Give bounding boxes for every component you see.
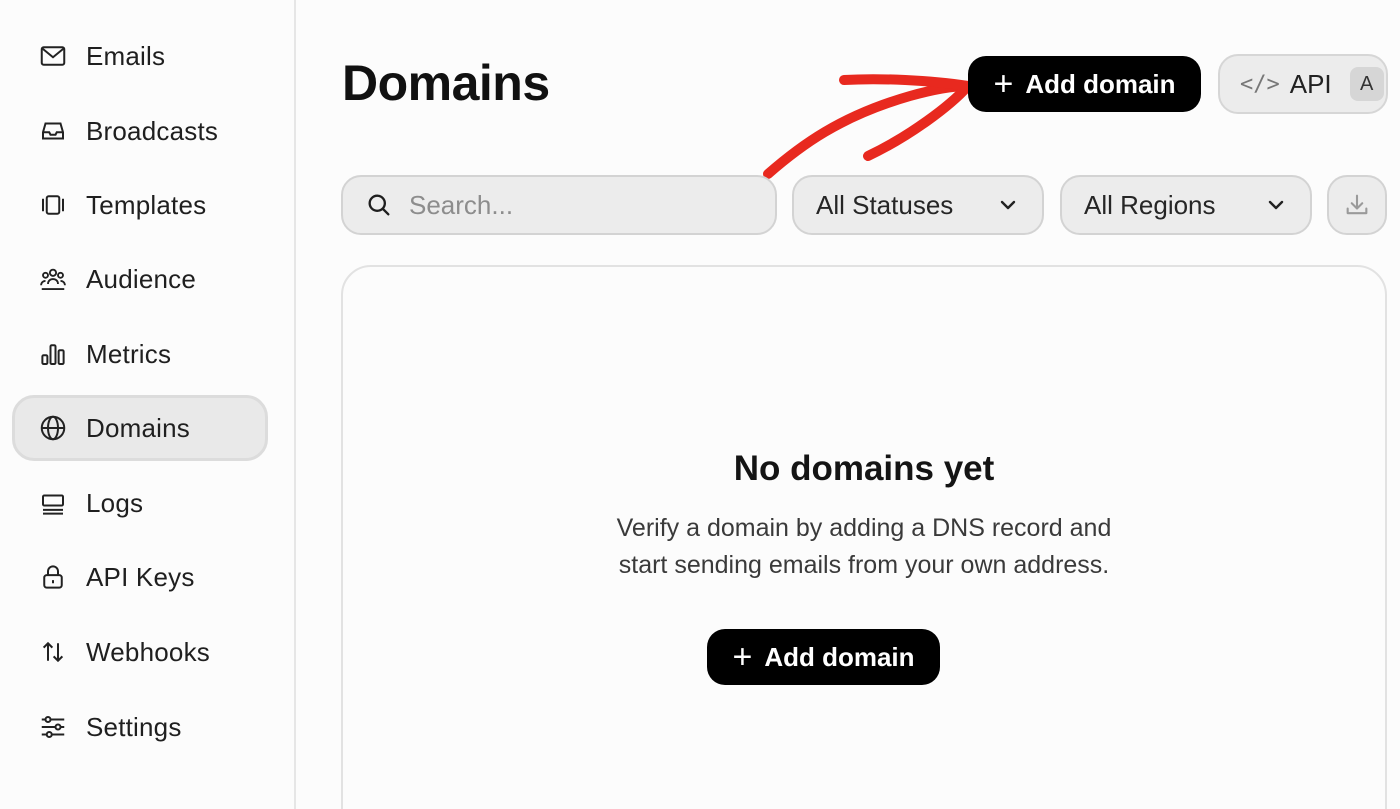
- search-box[interactable]: [341, 175, 777, 235]
- empty-state-card: No domains yet Verify a domain by adding…: [341, 265, 1387, 809]
- plus-icon: +: [993, 65, 1014, 103]
- status-filter-label: All Statuses: [816, 189, 954, 220]
- add-domain-label: Add domain: [764, 641, 915, 672]
- sidebar-item-label: Audience: [86, 263, 197, 294]
- export-button[interactable]: [1327, 175, 1387, 235]
- api-button[interactable]: </> API A: [1218, 54, 1388, 114]
- sidebar-item-logs[interactable]: Logs: [12, 470, 268, 536]
- chevron-down-icon: [1268, 200, 1284, 210]
- annotation-arrow: [763, 74, 973, 179]
- search-input[interactable]: [409, 189, 749, 221]
- mail-icon: [38, 41, 68, 71]
- sidebar-item-audience[interactable]: Audience: [12, 246, 268, 312]
- lock-icon: [38, 562, 68, 592]
- sidebar-item-metrics[interactable]: Metrics: [12, 321, 268, 387]
- add-domain-button[interactable]: + Add domain: [968, 56, 1201, 112]
- plus-icon: +: [732, 638, 753, 676]
- api-label: API: [1289, 68, 1332, 99]
- inbox-icon: [38, 116, 68, 146]
- sidebar-item-webhooks[interactable]: Webhooks: [12, 619, 268, 685]
- users-icon: [38, 264, 68, 294]
- sidebar-item-templates[interactable]: Templates: [12, 172, 268, 238]
- empty-add-domain-button[interactable]: + Add domain: [707, 629, 940, 685]
- download-icon: [1346, 194, 1368, 215]
- search-icon: [368, 194, 390, 216]
- sidebar-item-label: Settings: [86, 711, 182, 742]
- sidebar-item-label: API Keys: [86, 561, 195, 592]
- sidebar-item-label: Emails: [86, 40, 166, 71]
- empty-state-description-line: Verify a domain by adding a DNS record a…: [616, 514, 1112, 542]
- sidebar-item-label: Broadcasts: [86, 115, 219, 146]
- templates-icon: [38, 190, 68, 220]
- empty-state-title: No domains yet: [733, 449, 995, 488]
- keyboard-shortcut-badge: A: [1349, 67, 1384, 101]
- code-icon: </>: [1240, 71, 1280, 97]
- sidebar-item-api-keys[interactable]: API Keys: [12, 544, 268, 610]
- sidebar-item-domains[interactable]: Domains: [12, 395, 268, 461]
- sidebar-item-emails[interactable]: Emails: [12, 23, 268, 89]
- page-title: Domains: [342, 55, 550, 111]
- sidebar-item-label: Logs: [86, 487, 144, 518]
- sidebar-item-label: Metrics: [86, 338, 172, 369]
- globe-icon: [38, 413, 68, 443]
- app-root: Emails Broadcasts Templates Audience Met…: [0, 0, 1400, 809]
- empty-state-description: Verify a domain by adding a DNS record a…: [343, 510, 1385, 584]
- logs-icon: [38, 488, 68, 518]
- region-filter-select[interactable]: All Regions: [1060, 175, 1312, 235]
- sidebar-item-broadcasts[interactable]: Broadcasts: [12, 98, 268, 164]
- bar-chart-icon: [38, 339, 68, 369]
- chevron-down-icon: [1000, 200, 1016, 210]
- sidebar-item-label: Domains: [86, 412, 190, 443]
- sliders-icon: [38, 712, 68, 742]
- arrows-up-down-icon: [38, 637, 68, 667]
- sidebar-item-label: Webhooks: [86, 636, 210, 667]
- sidebar-item-label: Templates: [86, 189, 207, 220]
- add-domain-label: Add domain: [1025, 68, 1176, 99]
- empty-state-description-line: start sending emails from your own addre…: [618, 551, 1110, 579]
- region-filter-label: All Regions: [1084, 189, 1216, 220]
- sidebar: Emails Broadcasts Templates Audience Met…: [0, 0, 296, 809]
- sidebar-item-settings[interactable]: Settings: [12, 694, 268, 760]
- status-filter-select[interactable]: All Statuses: [792, 175, 1044, 235]
